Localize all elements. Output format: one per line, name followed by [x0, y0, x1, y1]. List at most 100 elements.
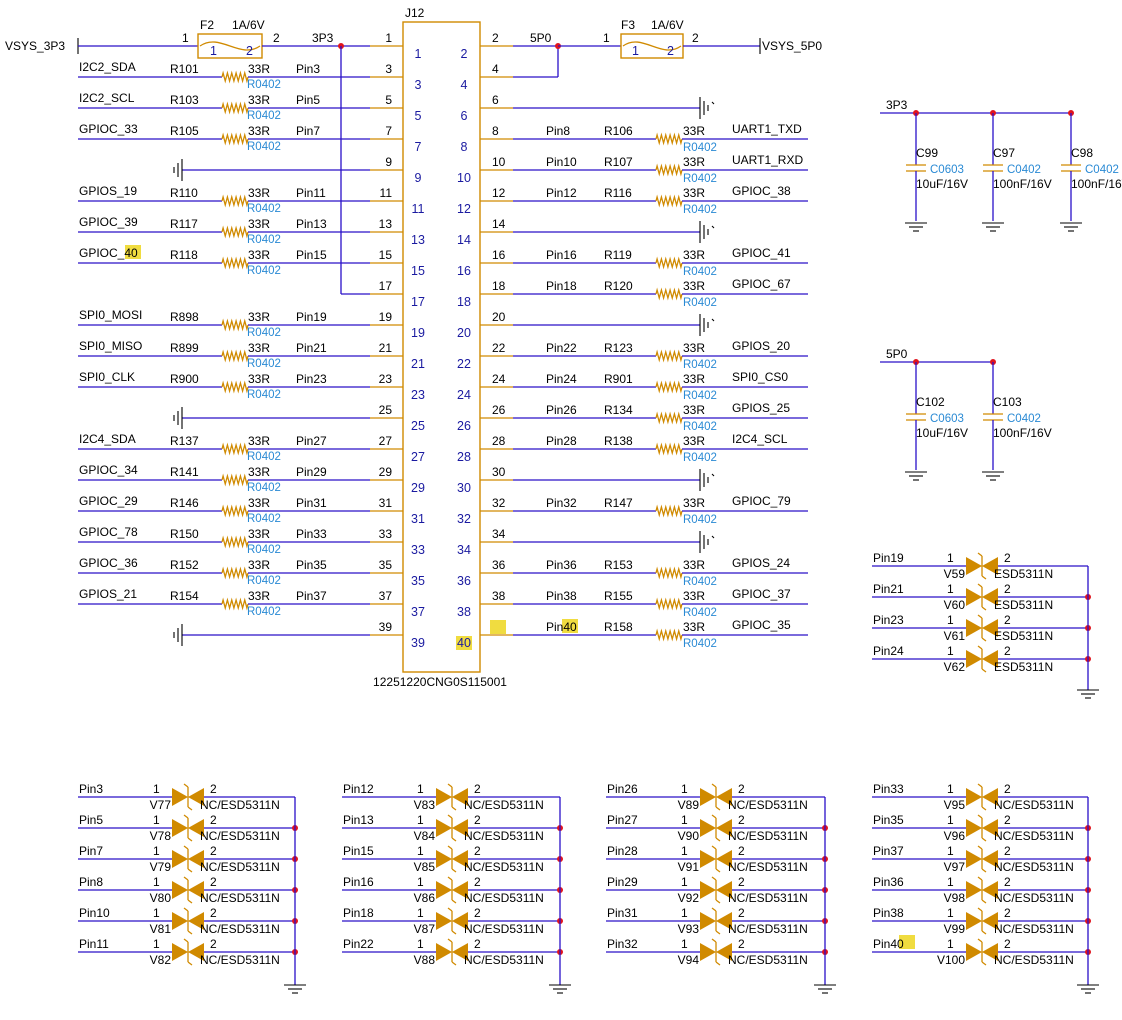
esd-pin-number: 2 [210, 813, 217, 827]
ground-icon [699, 314, 715, 336]
pin-net-label: Pin16 [546, 248, 577, 262]
esd-diode-row: Pin12 1 2 V83 NC/ESD5311N [342, 782, 560, 812]
capacitor-symbol [983, 413, 1003, 421]
resistor-ref: R107 [604, 155, 633, 169]
esd-net-label: Pin5 [79, 813, 103, 827]
esd-group: Pin33 1 2 V95 NC/ESD5311N Pin35 1 2 V96 NC/ESD531… [872, 782, 1099, 994]
esd-pin-number: 1 [947, 551, 954, 565]
net-label-3p3: 3P3 [312, 31, 334, 45]
resistor-value: 33R [248, 589, 270, 603]
capacitor-value: 100nF/16V [993, 426, 1052, 440]
ground-tick [711, 101, 715, 105]
esd-ref: V79 [150, 860, 172, 874]
capacitor-symbol [1061, 164, 1081, 172]
pin-number-outer: 12 [492, 186, 506, 200]
resistor-symbol [655, 163, 683, 177]
fuse-f3-pin: 1 [603, 31, 610, 45]
fuse-f2-pin: 1 [182, 31, 189, 45]
pin-number-outer: 1 [385, 31, 392, 45]
signal-row-left: GPIOC_78 R150 33R R0402 Pin33 [78, 525, 370, 556]
pin-net-label: Pin8 [546, 124, 570, 138]
power-net-vsys-3p3: VSYS_3P3 [5, 39, 65, 53]
diode-bar [451, 837, 457, 842]
net-label: UART1_RXD [732, 153, 803, 167]
resistor-footprint: R0402 [683, 297, 717, 309]
diode-triangle [700, 881, 716, 899]
diode-bar [183, 814, 189, 819]
pin-number-inner: 10 [457, 171, 471, 185]
capacitor-ref: C97 [993, 146, 1015, 160]
esd-pin-number: 2 [1004, 844, 1011, 858]
esd-part-number: ESD5311N [994, 660, 1053, 674]
diode-triangle [700, 943, 716, 961]
esd-diode-row: Pin35 1 2 V96 NC/ESD5311N [872, 813, 1091, 843]
diode-bar [981, 868, 987, 873]
resistor-footprint: R0402 [247, 606, 281, 618]
esd-net-label: Pin15 [343, 844, 374, 858]
pin-net-label: Pin18 [546, 279, 577, 293]
esd-pin-number: 2 [738, 937, 745, 951]
esd-net-label: Pin3 [79, 782, 103, 796]
net-label: GPIOC_36 [79, 556, 138, 570]
diode-bar [187, 868, 193, 873]
pin-number-outer: 28 [492, 434, 506, 448]
esd-net-label: Pin10 [79, 906, 110, 920]
connector-ref: J12 [405, 6, 425, 20]
ground-icon [982, 222, 1004, 232]
resistor-ref: R158 [604, 620, 633, 634]
diode-bar [715, 868, 721, 873]
resistor-value: 33R [248, 372, 270, 386]
resistor-footprint: R0402 [247, 110, 281, 122]
pin-number-outer: 25 [379, 403, 393, 417]
esd-protection: Pin19 1 2V59 ESD5311NPin21 1 2V60 ESD5311NPin2… [78, 551, 1099, 994]
pin-number-outer: 39 [379, 620, 393, 634]
esd-ref: V83 [414, 798, 436, 812]
esd-net-label: Pin23 [873, 613, 904, 627]
pin-net-label: Pin15 [296, 248, 327, 262]
diode-bar [715, 899, 721, 904]
resistor-symbol [655, 287, 683, 301]
pin-number-inner: 23 [411, 388, 425, 402]
fuse-f3-ref: F3 [621, 18, 635, 32]
resistor-ref: R105 [170, 124, 199, 138]
signal-row-left: I2C2_SDA R101 33R R0402 Pin3 [78, 60, 370, 91]
pin-number-outer: 22 [492, 341, 506, 355]
resistor-symbol [655, 566, 683, 580]
diode-triangle [436, 943, 452, 961]
net-label: GPIOC_41 [732, 246, 791, 260]
resistor-value: 33R [248, 341, 270, 355]
capacitor-value: 10uF/16V [916, 177, 968, 191]
esd-ref: V94 [678, 953, 700, 967]
fuse-f3-rating: 1A/6V [651, 18, 684, 32]
pin-number-outer: 26 [492, 403, 506, 417]
resistor-footprint: R0402 [683, 266, 717, 278]
esd-group: Pin12 1 2 V83 NC/ESD5311N Pin13 1 2 V84 NC/ESD531… [342, 782, 571, 994]
capacitor-value: 100nF/16V [993, 177, 1052, 191]
ground-icon [1077, 984, 1099, 994]
pin-number-inner: 14 [457, 233, 471, 247]
diode-bar [451, 899, 457, 904]
pin-number-inner: 25 [411, 419, 425, 433]
esd-part-number: NC/ESD5311N [728, 922, 808, 936]
esd-net-label: Pin16 [343, 875, 374, 889]
esd-part-number: NC/ESD5311N [200, 922, 280, 936]
esd-ref: V81 [150, 922, 172, 936]
signal-row-right: Pin36 R153 33R R0402 GPIOS_24 [513, 556, 808, 588]
esd-net-label: Pin24 [873, 644, 904, 658]
resistor-value: 33R [248, 527, 270, 541]
ground-tick [711, 535, 715, 539]
pin-number-outer: 27 [379, 434, 393, 448]
pin-net-label: Pin23 [296, 372, 327, 386]
pin-number-outer: 36 [492, 558, 506, 572]
resistor-value: 33R [248, 434, 270, 448]
esd-net-label: Pin26 [607, 782, 638, 796]
esd-diode-row: Pin5 1 2 V78 NC/ESD5311N [78, 813, 298, 843]
ground-icon [173, 407, 183, 429]
resistor-symbol [221, 349, 249, 363]
esd-diode-row: Pin18 1 2 V87 NC/ESD5311N [342, 906, 563, 936]
ground-icon [173, 624, 183, 646]
diode-triangle [436, 850, 452, 868]
diode-triangle [436, 912, 452, 930]
right-signal-rows: Pin8 R106 33RR0402UART1_TXDPin10 R107 33RR04… [513, 97, 808, 650]
resistor-value: 33R [248, 62, 270, 76]
